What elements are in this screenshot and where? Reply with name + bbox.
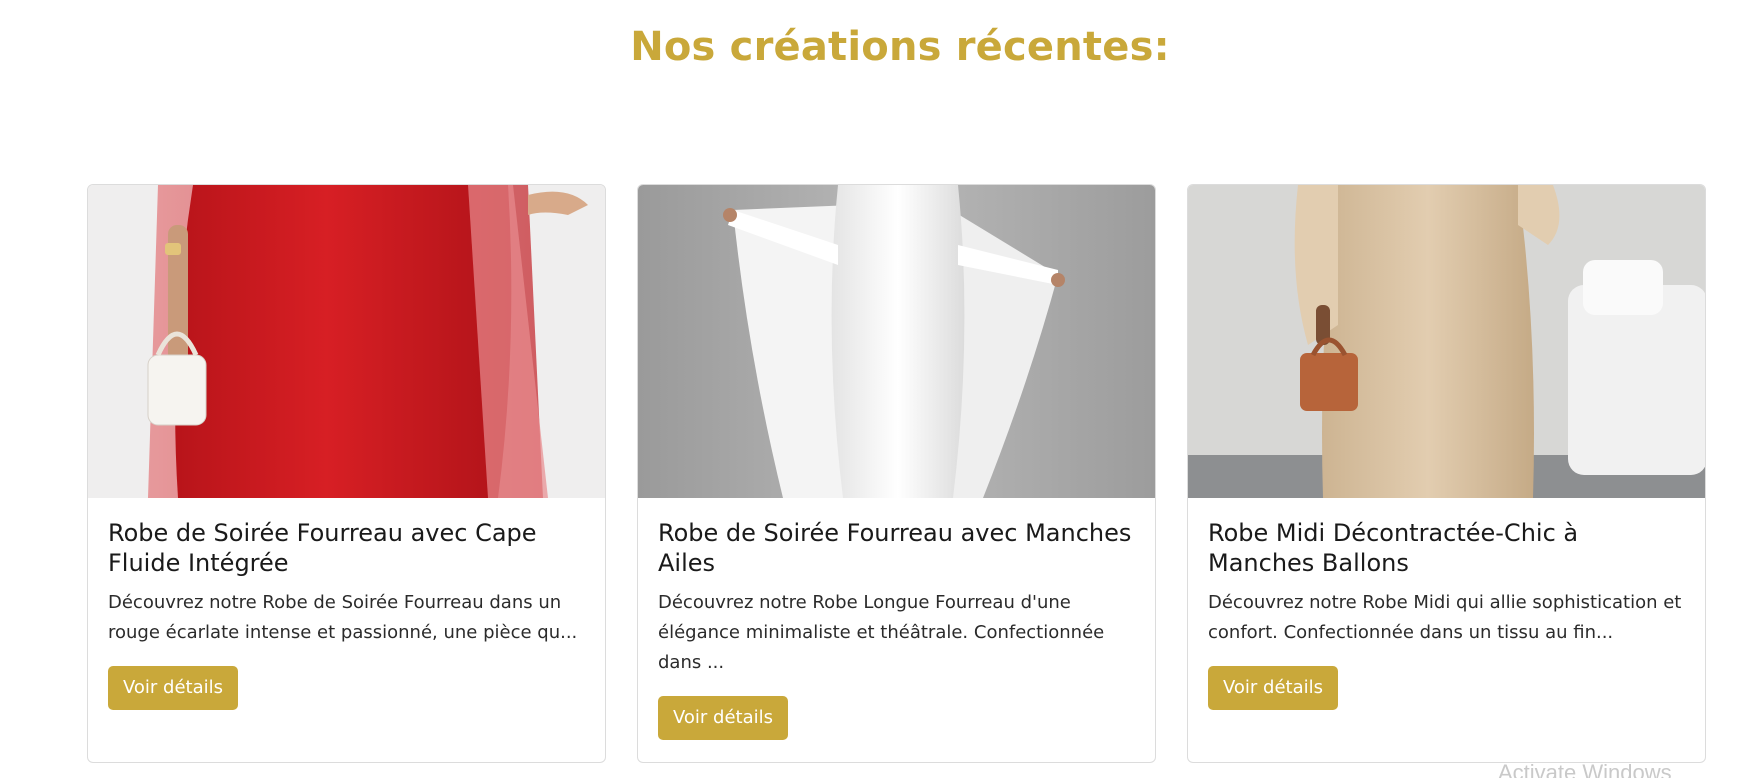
product-image xyxy=(1188,185,1705,498)
card-description: Découvrez notre Robe Longue Fourreau d'u… xyxy=(658,592,1105,673)
section-title: Nos créations récentes: xyxy=(630,24,1170,70)
product-card: Robe de Soirée Fourreau avec Cape Fluide… xyxy=(87,184,606,763)
card-body: Robe Midi Décontractée-Chic à Manches Ba… xyxy=(1188,498,1705,710)
card-title: Robe Midi Décontractée-Chic à Manches Ba… xyxy=(1208,519,1579,577)
details-button[interactable]: Voir détails xyxy=(658,696,789,740)
details-button[interactable]: Voir détails xyxy=(108,666,239,710)
beige-dress-photo xyxy=(1188,185,1705,498)
card-description: Découvrez notre Robe Midi qui allie soph… xyxy=(1208,592,1682,643)
product-card: Robe Midi Décontractée-Chic à Manches Ba… xyxy=(1187,184,1706,763)
product-card: Robe de Soirée Fourreau avec Manches Ail… xyxy=(637,184,1156,763)
details-button[interactable]: Voir détails xyxy=(1208,666,1339,710)
activate-windows-watermark: Activate Windows xyxy=(1498,760,1672,778)
white-dress-photo xyxy=(638,185,1155,498)
red-dress-photo xyxy=(88,185,605,498)
page: Nos créations récentes: Robe de Soirée F… xyxy=(0,0,1755,778)
card-body: Robe de Soirée Fourreau avec Manches Ail… xyxy=(638,498,1155,740)
card-title: Robe de Soirée Fourreau avec Manches Ail… xyxy=(658,519,1132,577)
card-body: Robe de Soirée Fourreau avec Cape Fluide… xyxy=(88,498,605,710)
card-title: Robe de Soirée Fourreau avec Cape Fluide… xyxy=(108,519,537,577)
product-image xyxy=(638,185,1155,498)
card-description: Découvrez notre Robe de Soirée Fourreau … xyxy=(108,592,578,643)
product-image xyxy=(88,185,605,498)
